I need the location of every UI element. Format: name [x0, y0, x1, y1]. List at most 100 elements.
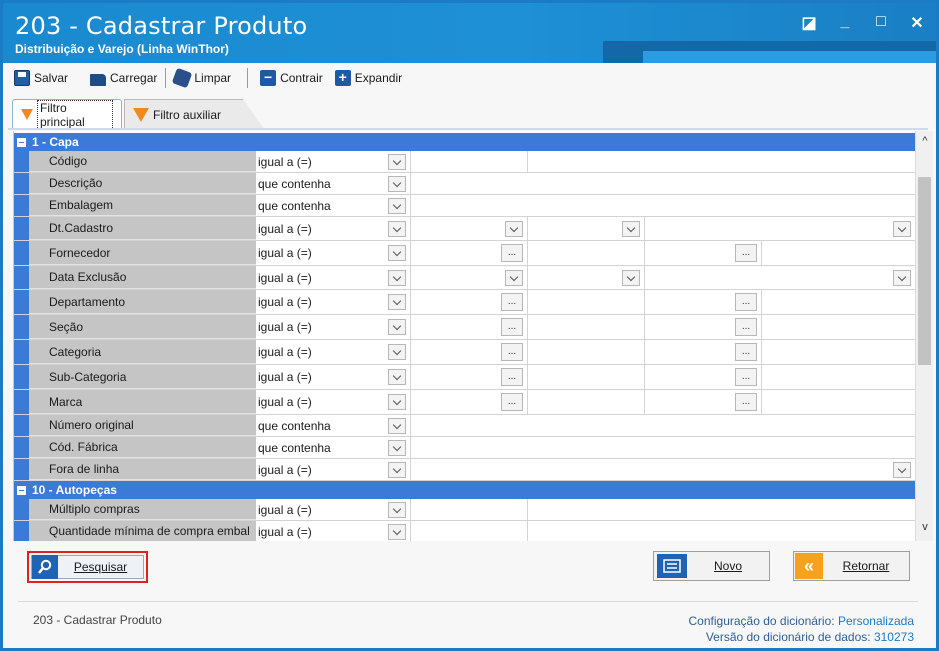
chevron-down-icon[interactable]	[388, 269, 406, 286]
lookup-button[interactable]: ...	[735, 343, 757, 361]
chevron-down-icon[interactable]	[388, 294, 406, 310]
description-to[interactable]	[762, 290, 915, 314]
chevron-down-icon[interactable]	[388, 461, 406, 478]
value-from-input[interactable]	[411, 151, 528, 172]
code-from-lookup[interactable]: ...	[411, 390, 528, 414]
description-from[interactable]	[528, 365, 645, 389]
restore-icon[interactable]: ◪	[800, 13, 818, 33]
lookup-button[interactable]: ...	[735, 318, 757, 336]
description-from[interactable]	[528, 315, 645, 339]
vertical-scrollbar[interactable]: ^ v	[915, 131, 933, 541]
lookup-button[interactable]: ...	[501, 368, 523, 386]
date-extra-select[interactable]	[645, 217, 915, 240]
save-button[interactable]: Salvar	[8, 67, 74, 89]
chevron-down-icon[interactable]	[388, 523, 406, 540]
operator-select[interactable]: igual a (=)	[256, 266, 411, 289]
description-from[interactable]	[528, 290, 645, 314]
scroll-thumb[interactable]	[918, 177, 931, 365]
chevron-down-icon[interactable]	[388, 417, 406, 434]
chevron-down-icon[interactable]	[388, 153, 406, 170]
back-button[interactable]: « Retornar	[793, 551, 910, 581]
lookup-button[interactable]: ...	[501, 293, 523, 311]
date-from-picker[interactable]	[411, 217, 528, 240]
chevron-down-icon[interactable]	[388, 369, 406, 385]
lookup-button[interactable]: ...	[735, 368, 757, 386]
chevron-down-icon[interactable]	[388, 245, 406, 261]
chevron-down-icon[interactable]	[388, 439, 406, 456]
operator-select[interactable]: que contenha	[256, 195, 411, 216]
operator-select[interactable]: igual a (=)	[256, 390, 411, 414]
chevron-down-icon[interactable]	[893, 220, 911, 237]
value-input[interactable]	[411, 173, 915, 194]
operator-select[interactable]: igual a (=)	[256, 499, 411, 520]
description-to[interactable]	[762, 390, 915, 414]
date-from-picker[interactable]	[411, 266, 528, 289]
code-from-lookup[interactable]: ...	[411, 241, 528, 265]
code-from-lookup[interactable]: ...	[411, 290, 528, 314]
code-to-lookup[interactable]: ...	[645, 390, 762, 414]
operator-select[interactable]: igual a (=)	[256, 151, 411, 172]
code-to-lookup[interactable]: ...	[645, 290, 762, 314]
value-to-input[interactable]	[528, 151, 915, 172]
description-to[interactable]	[762, 340, 915, 364]
chevron-down-icon[interactable]	[388, 220, 406, 237]
date-extra-select[interactable]	[645, 266, 915, 289]
chevron-down-icon[interactable]	[388, 344, 406, 360]
collapse-box-icon[interactable]	[17, 137, 26, 147]
code-to-lookup[interactable]: ...	[645, 365, 762, 389]
value-input[interactable]	[411, 437, 915, 458]
lookup-button[interactable]: ...	[735, 244, 757, 262]
minimize-icon[interactable]: _	[836, 13, 854, 33]
lookup-button[interactable]: ...	[735, 393, 757, 411]
description-from[interactable]	[528, 390, 645, 414]
value-select[interactable]	[411, 459, 915, 480]
search-button[interactable]: Pesquisar	[27, 551, 148, 583]
scroll-down-icon[interactable]: v	[916, 519, 934, 535]
date-to-picker[interactable]	[528, 217, 645, 240]
description-from[interactable]	[528, 241, 645, 265]
description-to[interactable]	[762, 315, 915, 339]
maximize-icon[interactable]: □	[872, 13, 890, 33]
operator-select[interactable]: que contenha	[256, 437, 411, 458]
chevron-down-icon[interactable]	[505, 220, 523, 237]
scroll-up-icon[interactable]: ^	[916, 133, 934, 149]
operator-select[interactable]: igual a (=)	[256, 521, 411, 541]
clean-button[interactable]: Limpar	[168, 67, 237, 89]
operator-select[interactable]: igual a (=)	[256, 241, 411, 265]
code-from-lookup[interactable]: ...	[411, 315, 528, 339]
value-from-input[interactable]	[411, 521, 528, 541]
description-to[interactable]	[762, 241, 915, 265]
tab-aux-filter[interactable]: Filtro auxiliar	[124, 99, 264, 129]
chevron-down-icon[interactable]	[388, 175, 406, 192]
code-from-lookup[interactable]: ...	[411, 340, 528, 364]
load-button[interactable]: Carregar	[84, 67, 163, 89]
operator-select[interactable]: igual a (=)	[256, 365, 411, 389]
value-from-input[interactable]	[411, 499, 528, 520]
chevron-down-icon[interactable]	[893, 461, 911, 478]
lookup-button[interactable]: ...	[735, 293, 757, 311]
chevron-down-icon[interactable]	[388, 501, 406, 518]
operator-select[interactable]: igual a (=)	[256, 340, 411, 364]
tab-main-filter[interactable]: Filtro principal	[12, 99, 122, 130]
chevron-down-icon[interactable]	[388, 319, 406, 335]
value-input[interactable]	[411, 195, 915, 216]
description-from[interactable]	[528, 340, 645, 364]
chevron-down-icon[interactable]	[622, 269, 640, 286]
collapse-button[interactable]: − Contrair	[254, 67, 329, 89]
operator-select[interactable]: igual a (=)	[256, 315, 411, 339]
collapse-box-icon[interactable]	[17, 485, 26, 495]
code-from-lookup[interactable]: ...	[411, 365, 528, 389]
group-header[interactable]: 1 - Capa	[14, 133, 915, 151]
chevron-down-icon[interactable]	[388, 394, 406, 410]
chevron-down-icon[interactable]	[893, 269, 911, 286]
expand-button[interactable]: + Expandir	[329, 67, 408, 89]
lookup-button[interactable]: ...	[501, 244, 523, 262]
value-to-input[interactable]	[528, 499, 915, 520]
chevron-down-icon[interactable]	[622, 220, 640, 237]
lookup-button[interactable]: ...	[501, 393, 523, 411]
code-to-lookup[interactable]: ...	[645, 241, 762, 265]
operator-select[interactable]: que contenha	[256, 173, 411, 194]
operator-select[interactable]: igual a (=)	[256, 217, 411, 240]
value-to-input[interactable]	[528, 521, 915, 541]
operator-select[interactable]: que contenha	[256, 415, 411, 436]
